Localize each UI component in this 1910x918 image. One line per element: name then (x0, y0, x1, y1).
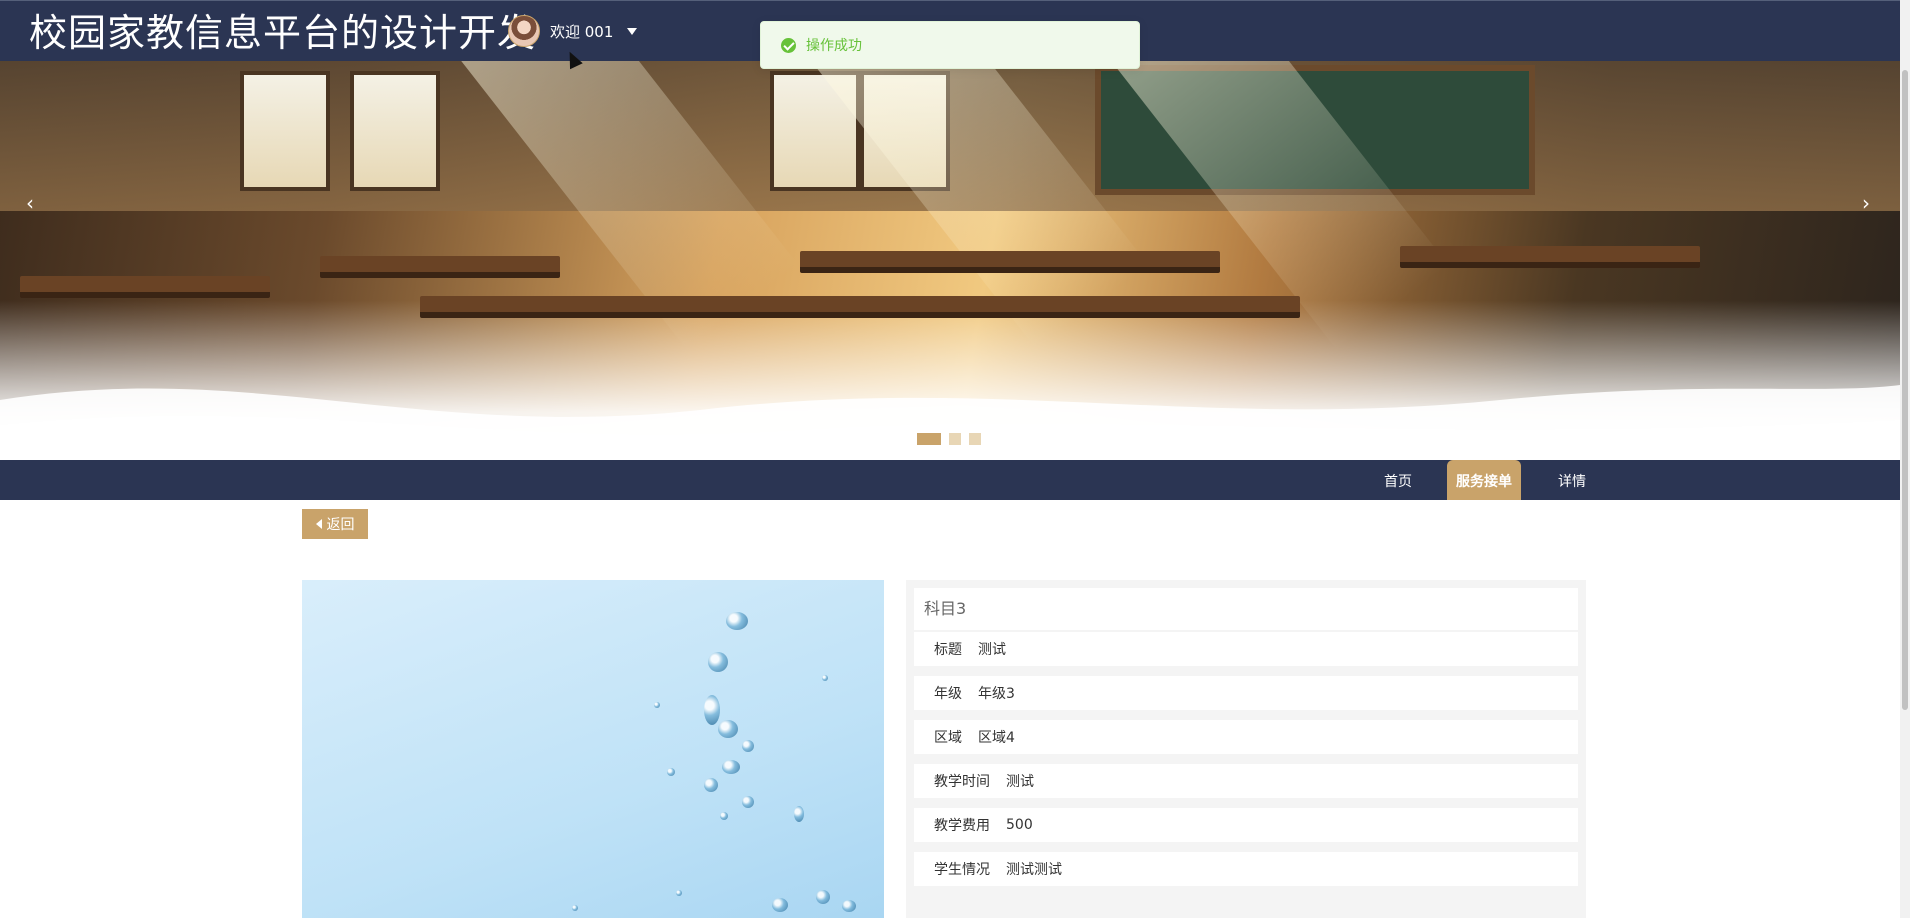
detail-row: 教学费用 500 (914, 808, 1578, 842)
site-title: 校园家教信息平台的设计开发 (29, 11, 537, 55)
water-drop (654, 702, 660, 708)
water-drop (722, 760, 740, 774)
chevron-down-icon[interactable] (627, 27, 638, 35)
nav-item-service-orders[interactable]: 服务接单 (1447, 460, 1521, 500)
detail-label: 教学费用 (934, 818, 990, 834)
water-drop (726, 612, 748, 630)
banner-desk (320, 256, 560, 278)
detail-row: 学生情况 测试测试 (914, 852, 1578, 886)
detail-value: 年级3 (978, 686, 1015, 702)
water-drop (772, 898, 788, 912)
banner-window (240, 71, 330, 191)
banner-next-button[interactable]: › (1862, 191, 1870, 215)
detail-value: 区域4 (978, 730, 1015, 746)
success-toast: 操作成功 (760, 21, 1140, 69)
detail-row: 年级 年级3 (914, 676, 1578, 710)
nav-item-home[interactable]: 首页 (1368, 460, 1428, 500)
back-arrow-icon (315, 519, 322, 529)
banner-desk (1400, 246, 1700, 268)
water-drop (816, 890, 830, 904)
nav-bar: 首页 服务接单 详情 (0, 460, 1900, 500)
water-drop (676, 890, 682, 896)
item-photo (302, 580, 884, 918)
banner-desk (20, 276, 270, 298)
detail-value: 测试 (1006, 774, 1034, 790)
toast-message: 操作成功 (806, 38, 862, 54)
detail-label: 学生情况 (934, 862, 990, 878)
water-drop (720, 812, 728, 820)
scrollbar-thumb[interactable] (1902, 70, 1908, 710)
nav-item-detail[interactable]: 详情 (1542, 460, 1602, 500)
water-drop (667, 768, 675, 776)
welcome-text[interactable]: 欢迎 001 (550, 21, 613, 42)
detail-value: 测试 (978, 642, 1006, 658)
back-button[interactable]: 返回 (302, 509, 368, 539)
water-drop (718, 720, 738, 738)
detail-label: 教学时间 (934, 774, 990, 790)
detail-value: 500 (1006, 817, 1033, 833)
carousel-dot[interactable] (969, 433, 981, 445)
detail-row: 教学时间 测试 (914, 764, 1578, 798)
avatar[interactable] (508, 15, 540, 47)
water-drop (572, 905, 578, 911)
banner-carousel: ‹ › (0, 61, 1900, 460)
carousel-indicators (917, 433, 981, 445)
water-drop (742, 740, 754, 752)
carousel-dot[interactable] (949, 433, 961, 445)
detail-row: 区域 区域4 (914, 720, 1578, 754)
detail-label: 区域 (934, 730, 962, 746)
water-drop (842, 900, 856, 912)
water-drop (794, 806, 804, 822)
water-drop (708, 652, 728, 672)
carousel-dot[interactable] (917, 433, 941, 445)
water-drop (822, 675, 828, 681)
page-scrollbar[interactable] (1900, 0, 1910, 918)
detail-label: 年级 (934, 686, 962, 702)
detail-title: 科目3 (914, 588, 1578, 630)
back-label: 返回 (326, 517, 355, 533)
detail-row: 标题 测试 (914, 632, 1578, 666)
banner-window (350, 71, 440, 191)
user-menu[interactable]: 欢迎 001 (508, 15, 638, 47)
banner-prev-button[interactable]: ‹ (26, 191, 34, 215)
water-drop (704, 695, 720, 725)
detail-panel: 科目3 标题 测试 年级 年级3 区域 区域4 教学时间 测试 教学费用 500… (906, 580, 1586, 918)
water-drop (742, 796, 754, 808)
detail-label: 标题 (934, 642, 962, 658)
banner-desk (800, 251, 1220, 273)
detail-value: 测试测试 (1006, 862, 1062, 878)
success-icon (781, 37, 796, 53)
water-drop (704, 778, 718, 792)
banner-desk (420, 296, 1300, 318)
